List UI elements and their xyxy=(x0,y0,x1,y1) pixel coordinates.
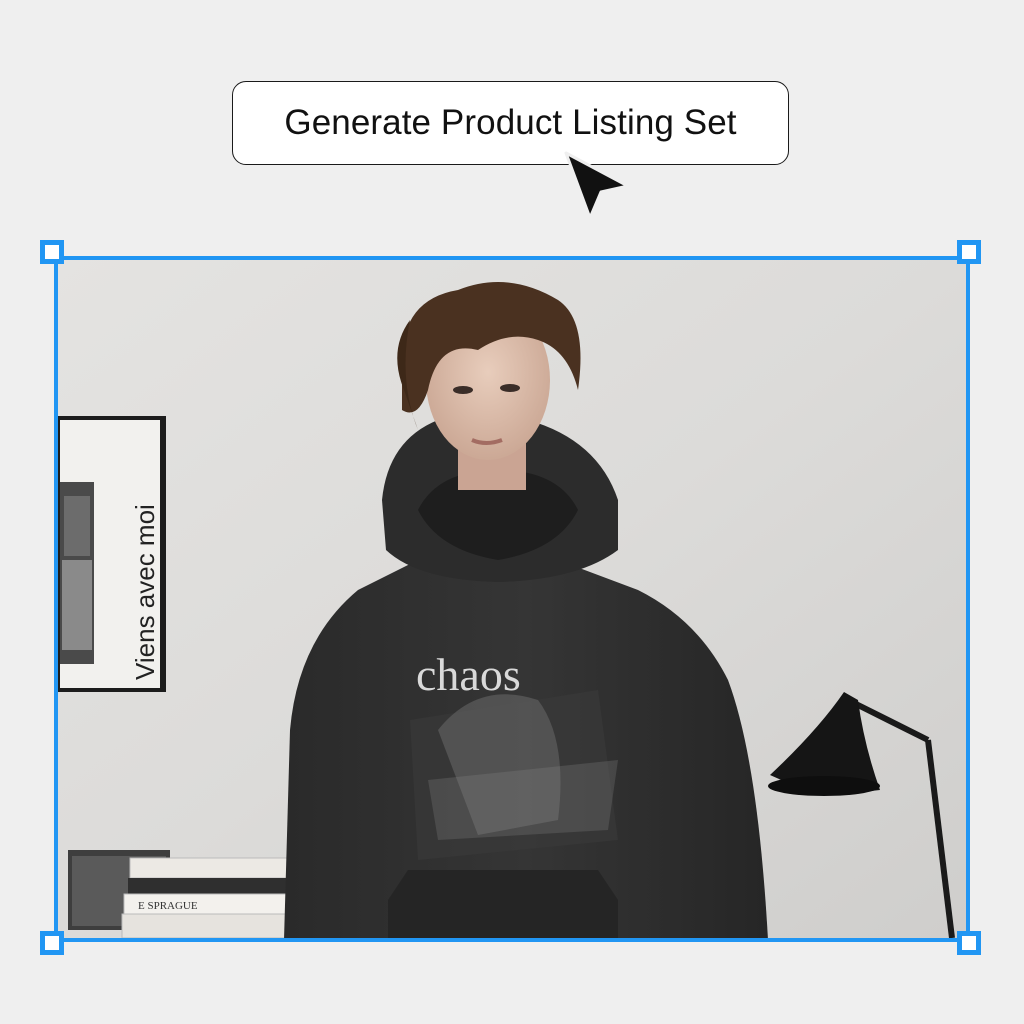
hoodie-print-text: chaos xyxy=(416,649,521,700)
generate-product-listing-set-button[interactable]: Generate Product Listing Set xyxy=(232,81,789,165)
book-spine-text: E SPRAGUE xyxy=(138,900,198,912)
selected-product-image[interactable]: Viens avec moi E SPRAGUE chaos xyxy=(54,256,970,942)
resize-handle-bottom-left[interactable] xyxy=(40,931,64,955)
product-photo: Viens avec moi E SPRAGUE chaos xyxy=(58,260,966,938)
generate-button-label: Generate Product Listing Set xyxy=(284,103,737,142)
resize-handle-top-left[interactable] xyxy=(40,240,64,264)
wall-poster: Viens avec moi xyxy=(58,416,166,692)
resize-handle-top-right[interactable] xyxy=(957,240,981,264)
book-stack: E SPRAGUE xyxy=(68,850,297,938)
poster-text: Viens avec moi xyxy=(130,504,160,680)
resize-handle-bottom-right[interactable] xyxy=(957,931,981,955)
arrow-pointer-icon xyxy=(564,151,630,220)
